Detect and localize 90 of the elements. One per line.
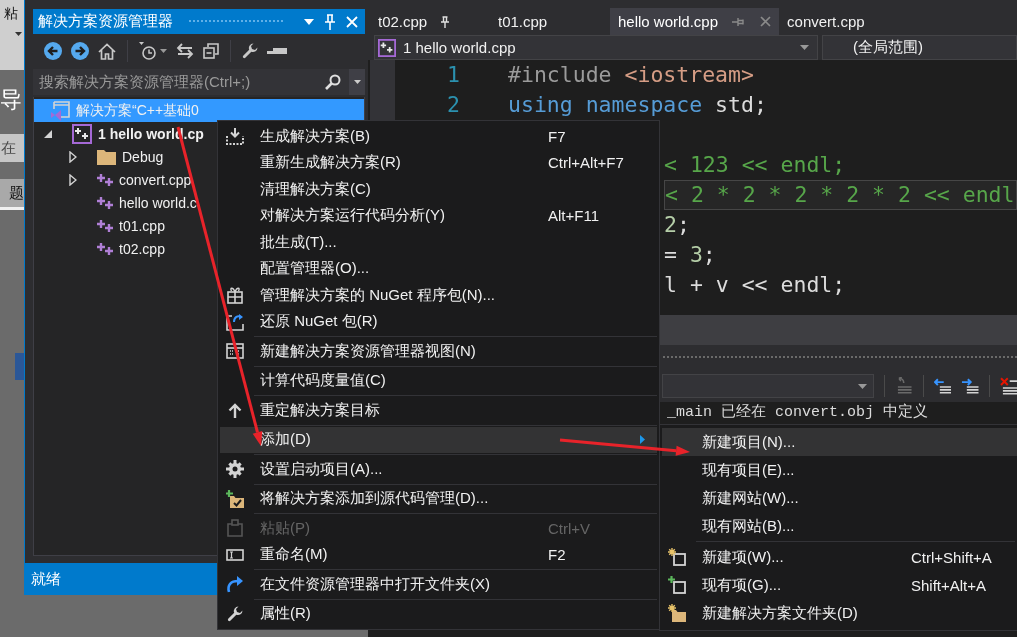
arrow-lines-icon[interactable] (895, 377, 913, 395)
back-arrow-icon[interactable] (44, 42, 62, 60)
double-plus-square-icon (72, 123, 92, 144)
code-line: 2; (664, 211, 690, 239)
menu-item[interactable]: 重新生成解决方案(R) Ctrl+Alt+F7 (220, 149, 657, 176)
curved-arrow-icon (226, 575, 244, 594)
menu-item[interactable]: 添加(D) (220, 426, 657, 453)
window-logo-icon (50, 100, 70, 121)
menu-item[interactable]: 批生成(T)... (220, 229, 657, 256)
caret-icon[interactable] (160, 49, 167, 53)
double-plus-square-icon (378, 38, 396, 57)
code-line: l + v << endl; (664, 271, 846, 299)
swap-arrows-icon[interactable] (176, 43, 194, 59)
menu-item[interactable]: 现有项目(E)... (662, 456, 1017, 484)
menu-item[interactable]: 管理解决方案的 NuGet 程序包(N)... (220, 282, 657, 309)
menu-item[interactable]: 生成解决方案(B) F7 (220, 123, 657, 150)
wrench-icon (227, 605, 243, 622)
cross-lines-icon[interactable] (999, 377, 1017, 395)
home-icon[interactable] (98, 42, 116, 60)
folder-icon (97, 148, 116, 165)
forward-arrow-icon[interactable] (71, 42, 89, 60)
left-arrow-lines-icon[interactable] (933, 378, 952, 394)
editor-tab[interactable]: hello world.cpp (610, 8, 780, 35)
dropdown-button[interactable] (349, 69, 365, 95)
minus-bar-icon[interactable] (267, 47, 287, 55)
triangle-right-icon[interactable] (69, 150, 77, 163)
code-line: = 3; (664, 241, 716, 269)
ribbon-text: 粘 (4, 5, 18, 22)
editor-tab[interactable]: convert.cpp (779, 8, 900, 35)
editor-tab[interactable]: t02.cpp (370, 8, 490, 35)
gear-icon (226, 460, 244, 479)
close-icon[interactable] (760, 16, 772, 27)
menu-item[interactable]: 新建项(W)... Ctrl+Shift+A (662, 543, 1017, 571)
menu-item[interactable]: 现有项(G)... Shift+Alt+A (662, 571, 1017, 599)
caret-icon (353, 80, 361, 84)
triangle-right-icon[interactable] (69, 173, 77, 186)
double-plus-icon (97, 219, 113, 232)
up-arrow-icon (228, 402, 242, 419)
caret-icon (15, 32, 22, 36)
sparkle-square-icon (668, 548, 686, 566)
editor-tab[interactable]: t01.cpp (490, 8, 610, 35)
code-line: #include <iostream> (508, 61, 754, 89)
arrow-into-tray-icon (226, 127, 244, 145)
box-arrow-icon (226, 312, 244, 331)
menu-item[interactable]: 新建解决方案资源管理器视图(N) (220, 338, 657, 365)
text-field[interactable]: 在 (0, 134, 24, 162)
menu-item[interactable]: 计算代码度量值(C) (220, 367, 657, 394)
menu-item[interactable]: 现有网站(B)... (662, 512, 1017, 540)
style-label: 题 (0, 179, 24, 207)
menu-item[interactable]: 清理解决方案(C) (220, 176, 657, 203)
right-arrow-lines-icon[interactable] (961, 378, 979, 394)
gift-icon (227, 286, 243, 305)
caret-icon (858, 383, 868, 389)
line-number: 1 (447, 61, 460, 89)
line-number: 2 (447, 91, 460, 119)
stacked-windows-icon[interactable] (203, 43, 219, 59)
double-plus-icon (97, 173, 113, 186)
selection-block (15, 353, 24, 380)
plus-square-icon (668, 576, 686, 594)
sparkle-folder-icon (668, 604, 686, 622)
panel-title: 解决方案资源管理器 (38, 12, 173, 31)
output-line: _main 已经在 convert.obj 中定义 (667, 404, 929, 422)
wrench-icon[interactable] (242, 43, 258, 59)
menu-item[interactable]: 将解决方案添加到源代码管理(D)... (220, 485, 657, 512)
menu-item[interactable]: 配置管理器(O)... (220, 255, 657, 282)
double-plus-icon (97, 196, 113, 209)
menu-item[interactable]: 新建项目(N)... (662, 428, 1017, 456)
code-line: using namespace std; (508, 91, 767, 119)
search-field[interactable]: 搜索解决方案资源管理器(Ctrl+;) (33, 69, 349, 95)
clipboard-icon (227, 519, 243, 538)
heading-text: 导 (0, 86, 22, 114)
text-field-icon (226, 548, 244, 561)
folder-check-icon (226, 489, 244, 508)
code-line: < 123 << endl; (664, 151, 846, 179)
scope-dropdown[interactable]: (全局范围) (822, 35, 1017, 60)
search-icon[interactable] (325, 74, 341, 90)
menu-item[interactable]: 对解决方案运行代码分析(Y) Alt+F11 (220, 202, 657, 229)
menu-item[interactable]: 新建解决方案文件夹(D) (662, 599, 1017, 627)
menu-item[interactable]: 还原 NuGet 包(R) (220, 308, 657, 335)
menu-item[interactable]: 设置启动项目(A)... (220, 456, 657, 483)
menu-item[interactable]: 属性(R) (220, 600, 657, 627)
menu-item[interactable]: 新建网站(W)... (662, 484, 1017, 512)
filled-triangle-icon[interactable] (44, 129, 52, 138)
window-icon (226, 343, 244, 360)
menu-item[interactable]: 重定解决方案目标 (220, 397, 657, 424)
file-dropdown[interactable]: 1 hello world.cpp (374, 35, 818, 60)
caret-icon[interactable] (304, 18, 314, 25)
caret-icon (800, 45, 809, 50)
clock-icon[interactable] (139, 42, 156, 60)
double-plus-icon (97, 242, 113, 255)
